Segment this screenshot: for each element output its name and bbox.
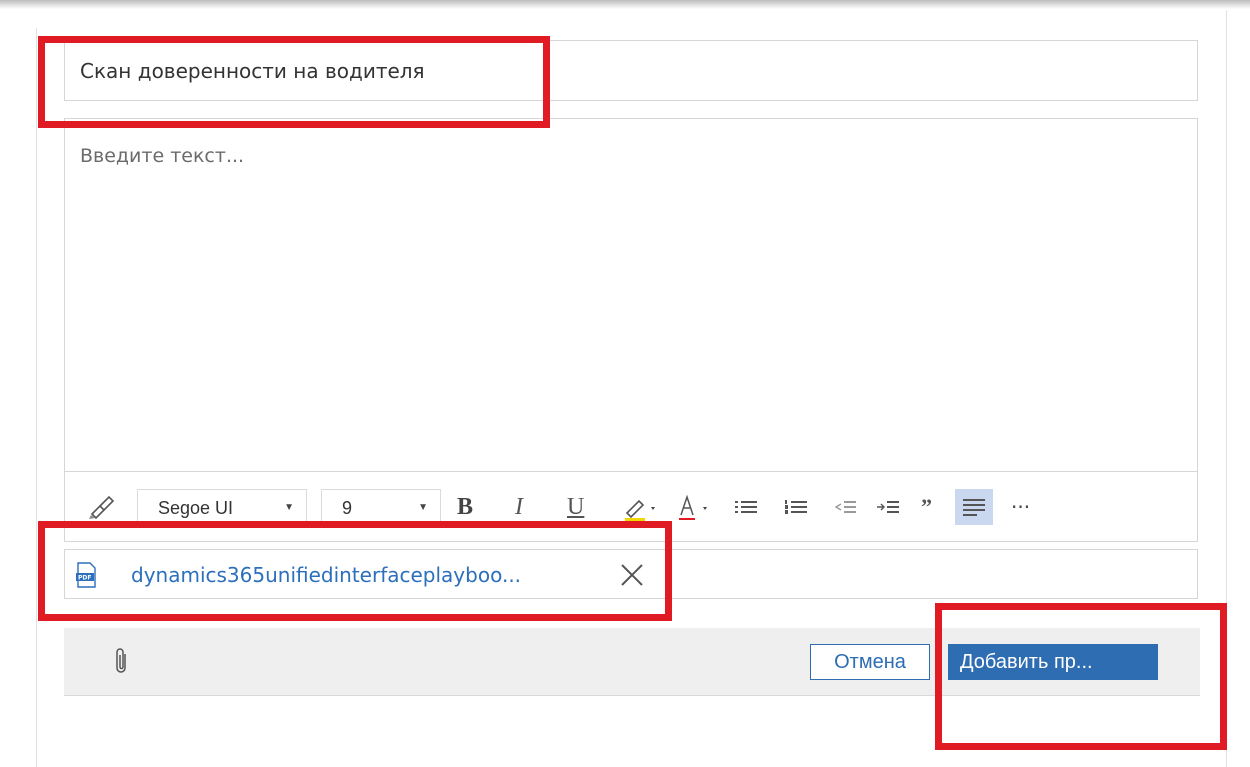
highlight-icon[interactable] — [621, 489, 661, 525]
align-left-icon[interactable] — [955, 489, 993, 525]
outdent-icon[interactable] — [833, 489, 859, 525]
top-shadow — [0, 0, 1250, 9]
paperclip-icon[interactable] — [114, 646, 130, 676]
indent-icon[interactable] — [875, 489, 901, 525]
cancel-button[interactable]: Отмена — [810, 644, 930, 680]
quote-icon[interactable]: ” — [921, 489, 943, 525]
font-color-icon[interactable] — [675, 489, 715, 525]
annotation-box-attachment — [38, 521, 672, 621]
note-editor-panel: Скан доверенности на водителя Введите те… — [0, 0, 1250, 767]
underline-button[interactable]: U — [567, 489, 584, 525]
panel-left-border — [36, 28, 37, 767]
font-family-select[interactable]: Segoe UI ▼ — [137, 489, 307, 525]
annotation-box-title — [38, 36, 550, 128]
more-icon[interactable]: ··· — [1011, 489, 1041, 525]
numbered-list-icon[interactable] — [783, 489, 811, 525]
font-size-select[interactable]: 9 ▼ — [321, 489, 441, 525]
editor-placeholder: Введите текст... — [80, 145, 245, 167]
italic-button[interactable]: I — [515, 489, 523, 525]
annotation-box-submit — [935, 603, 1227, 750]
font-size-value: 9 — [342, 498, 353, 518]
bulleted-list-icon[interactable] — [733, 489, 761, 525]
format-painter-icon[interactable] — [87, 489, 117, 525]
font-family-value: Segoe UI — [158, 498, 234, 518]
bold-button[interactable]: B — [457, 489, 473, 525]
rich-text-editor[interactable]: Введите текст... Segoe UI ▼ 9 ▼ B I U ” … — [64, 118, 1198, 542]
